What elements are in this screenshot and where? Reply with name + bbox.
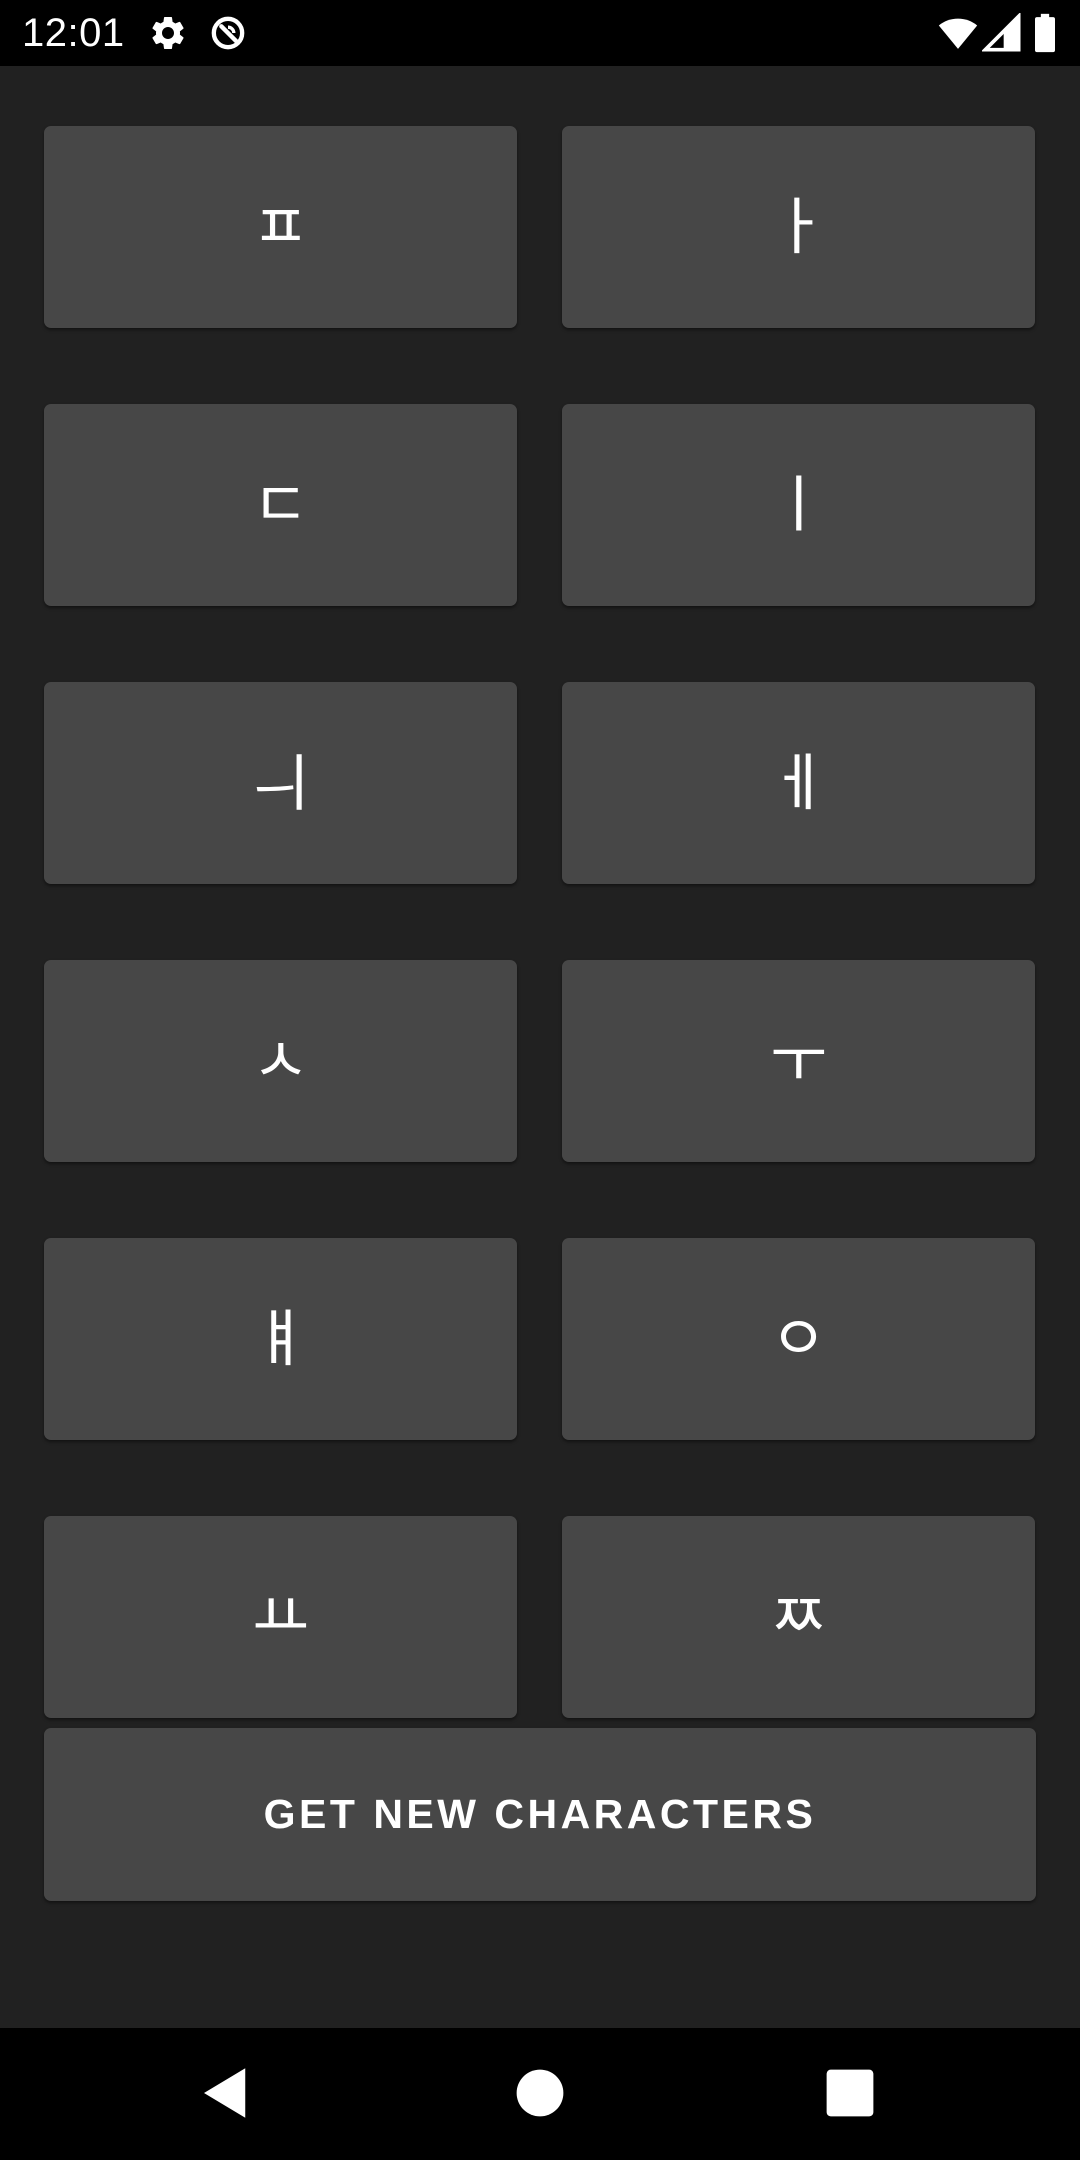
character-button[interactable]: ㅔ [562, 682, 1035, 884]
character-label: ㅢ [251, 746, 310, 819]
character-button[interactable]: ㅉ [562, 1516, 1035, 1718]
recents-icon[interactable] [817, 2060, 883, 2126]
character-label: ㄷ [251, 468, 310, 541]
get-new-characters-button[interactable]: GET NEW CHARACTERS [44, 1728, 1036, 1901]
character-button[interactable]: ㅛ [44, 1516, 517, 1718]
character-label: ㅛ [251, 1580, 310, 1653]
character-label: ㅔ [769, 746, 828, 819]
status-bar: 12:01 [0, 0, 1080, 66]
battery-icon [1030, 13, 1060, 53]
home-icon[interactable] [507, 2060, 573, 2126]
character-button[interactable]: ㅒ [44, 1238, 517, 1440]
character-button[interactable]: ㅇ [562, 1238, 1035, 1440]
character-button[interactable]: ㅜ [562, 960, 1035, 1162]
character-button[interactable]: ㅣ [562, 404, 1035, 606]
character-button[interactable]: ㅏ [562, 126, 1035, 328]
character-button[interactable]: ㅢ [44, 682, 517, 884]
character-label: ㅜ [769, 1024, 828, 1097]
cell-signal-icon [982, 13, 1022, 53]
character-label: ㅏ [769, 190, 828, 263]
character-label: ㅇ [769, 1302, 828, 1375]
navigation-bar [0, 2028, 1080, 2160]
character-button[interactable]: ㅅ [44, 960, 517, 1162]
character-button[interactable]: ㄷ [44, 404, 517, 606]
character-label: ㅍ [251, 190, 310, 263]
back-icon[interactable] [193, 2060, 259, 2126]
data-saver-icon [208, 13, 248, 53]
character-label: ㅒ [251, 1302, 310, 1375]
character-label: ㅅ [251, 1024, 310, 1097]
character-label: ㅉ [769, 1580, 828, 1653]
character-button[interactable]: ㅍ [44, 126, 517, 328]
gear-icon [148, 13, 188, 53]
wifi-icon [936, 13, 980, 53]
character-label: ㅣ [769, 468, 828, 541]
get-new-characters-label: GET NEW CHARACTERS [263, 1791, 817, 1837]
status-time: 12:01 [22, 11, 125, 55]
